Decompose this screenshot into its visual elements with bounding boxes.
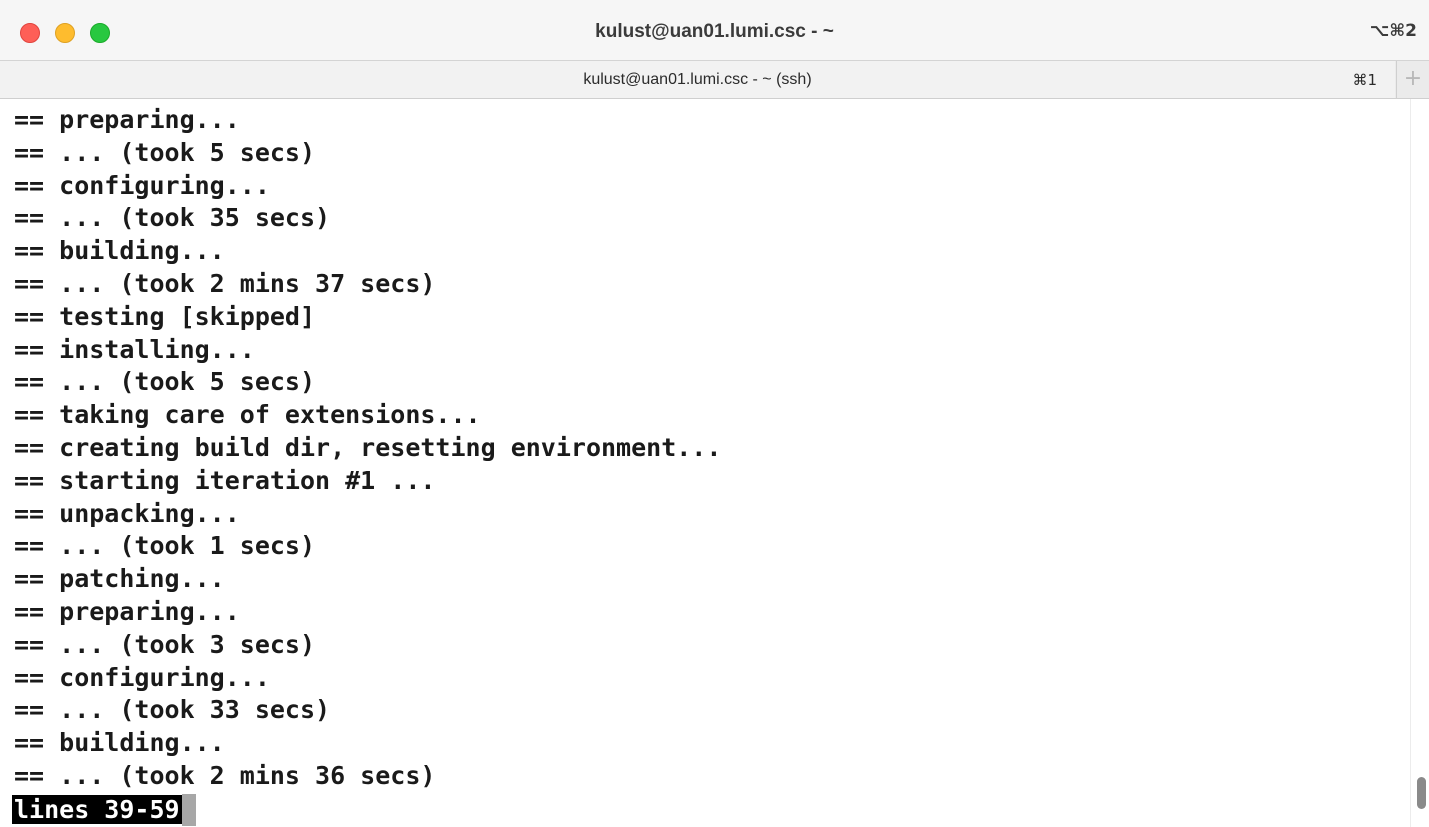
terminal-line: == preparing... [14, 105, 240, 134]
plus-icon: + [1403, 66, 1423, 91]
tab-ssh-session[interactable]: kulust@uan01.lumi.csc - ~ (ssh) ⌘1 [0, 61, 1395, 98]
terminal-line: == ... (took 1 secs) [14, 531, 316, 561]
scrollbar-thumb[interactable] [1417, 777, 1426, 809]
terminal-line: == ... (took 33 secs) [14, 695, 331, 725]
terminal-line: == building... [14, 728, 225, 758]
new-tab-button[interactable]: + [1396, 61, 1429, 98]
terminal-line: == installing... [14, 334, 255, 364]
tab-title: kulust@uan01.lumi.csc - ~ (ssh) [583, 71, 812, 88]
terminal-line: == ... (took 35 secs) [14, 203, 331, 233]
terminal-line: == building... [14, 236, 225, 266]
terminal-lines: == preparing... == ... (took 5 secs) == … [14, 104, 721, 793]
tab-shortcut: ⌘1 [1352, 71, 1377, 89]
terminal-output[interactable]: == preparing... == ... (took 5 secs) == … [0, 99, 1410, 827]
window-shortcut: ⌥⌘2 [1369, 21, 1417, 41]
terminal-scrollbar[interactable] [1410, 99, 1429, 827]
terminal-line: == ... (took 3 secs) [14, 629, 316, 659]
terminal-line: == taking care of extensions... [14, 400, 481, 430]
pager-status-line: lines 39-59 [12, 794, 196, 826]
terminal-line: == patching... [14, 564, 225, 594]
terminal-line: == ... (took 5 secs) [14, 367, 316, 397]
terminal-line: == configuring... [14, 170, 270, 200]
terminal-line: == unpacking... [14, 498, 240, 528]
terminal-line: == starting iteration #1 ... [14, 465, 436, 495]
pager-status: lines 39-59 [12, 795, 182, 824]
terminal-line: == ... (took 2 mins 37 secs) [14, 268, 436, 298]
terminal-line: == configuring... [14, 662, 270, 692]
terminal-window: kulust@uan01.lumi.csc - ~ ⌥⌘2 kulust@uan… [0, 0, 1429, 827]
title-bar[interactable]: kulust@uan01.lumi.csc - ~ ⌥⌘2 [0, 0, 1429, 61]
tab-bar: kulust@uan01.lumi.csc - ~ (ssh) ⌘1 + [0, 61, 1429, 99]
terminal-line: == testing [skipped] [14, 301, 316, 331]
terminal-line: == creating build dir, resetting environ… [14, 432, 722, 462]
terminal-line: == ... (took 2 mins 36 secs) [14, 760, 436, 790]
terminal-line: == ... (took 5 secs) [14, 137, 316, 167]
terminal-line: == preparing... [14, 596, 240, 626]
text-cursor [181, 794, 196, 826]
window-title: kulust@uan01.lumi.csc - ~ [595, 21, 834, 42]
